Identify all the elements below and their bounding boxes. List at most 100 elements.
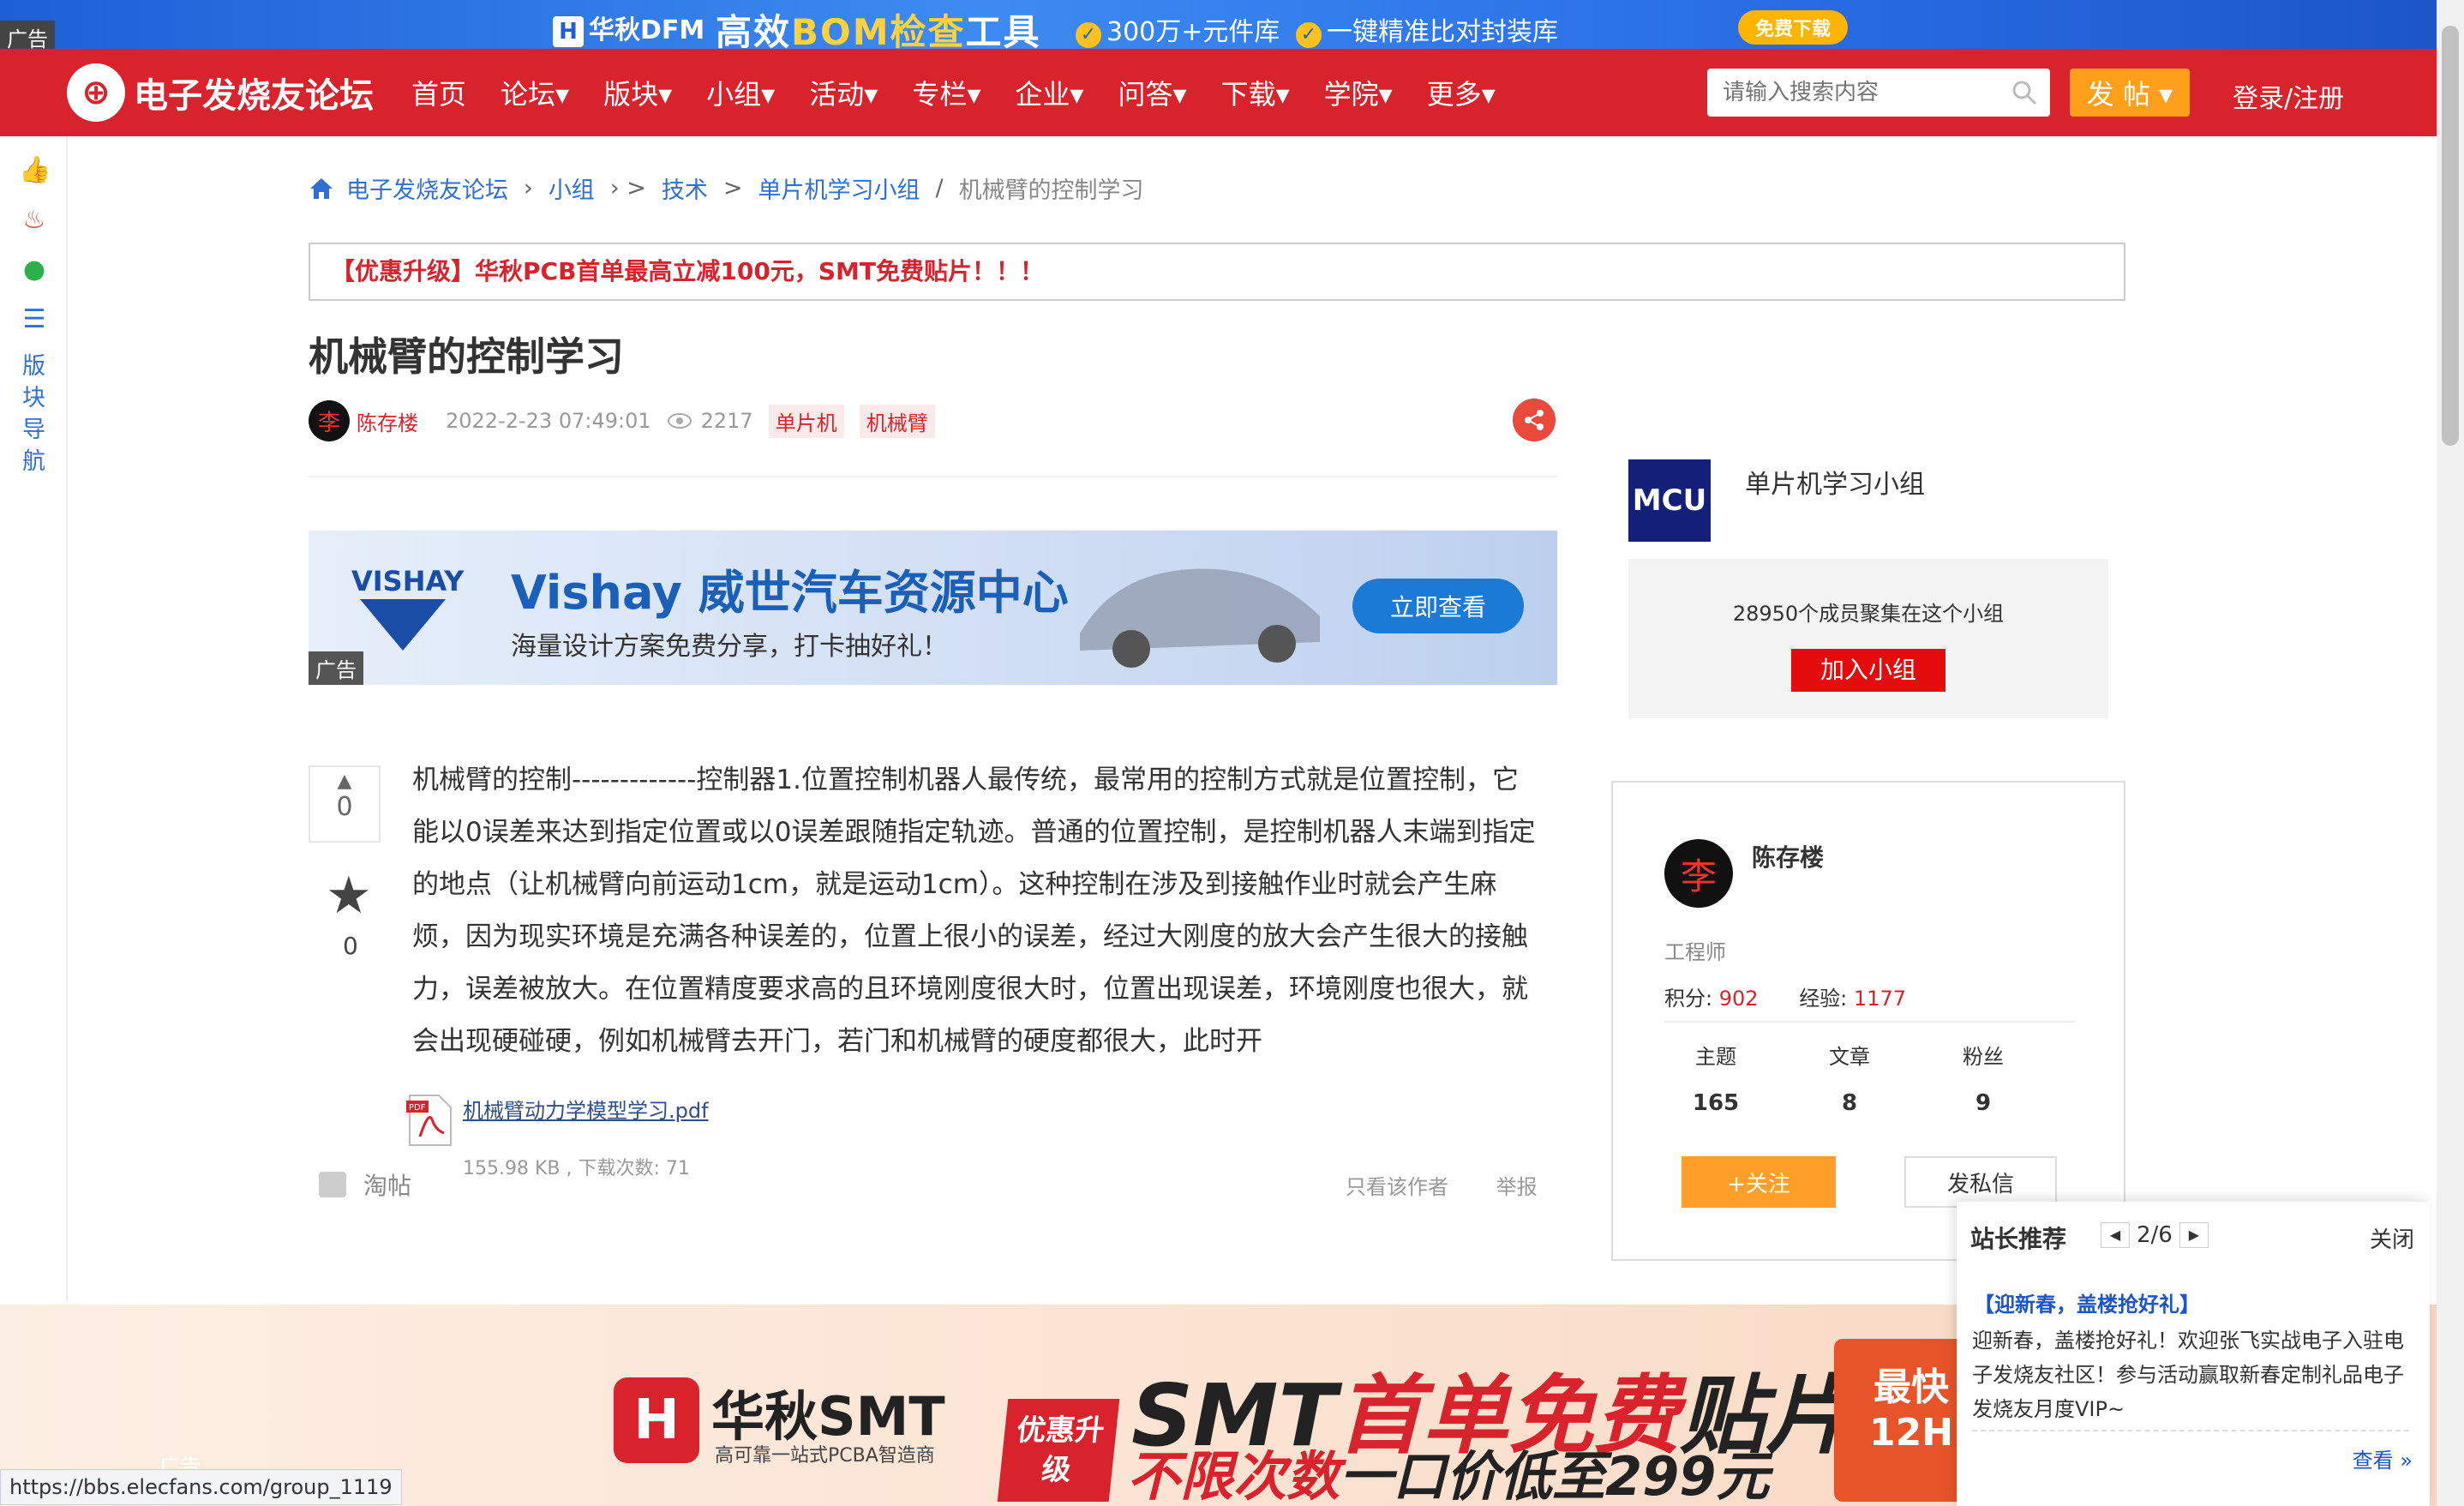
favorite-count: 0 — [343, 932, 358, 960]
ad-feature-1: ✓ 300万+元件库 — [1076, 10, 1280, 48]
favorite-star-icon[interactable]: ★ — [326, 866, 372, 926]
message-button[interactable]: 发私信 — [1904, 1156, 2057, 1208]
tag-link[interactable]: 单片机 — [768, 404, 844, 438]
popup-more-link[interactable]: 查看 » — [2353, 1443, 2413, 1473]
scrollbar[interactable] — [2437, 0, 2464, 1506]
vishay-logo: VISHAY — [351, 565, 465, 597]
nav-item-boards[interactable]: 版块▾ — [603, 73, 672, 112]
nav-item-columns[interactable]: 专栏▾ — [912, 73, 980, 112]
promo-badge: 优惠升级 — [997, 1399, 1120, 1502]
only-author-link[interactable]: 只看该作者 — [1346, 1175, 1448, 1199]
popup-close-button[interactable]: 关闭 — [2370, 1222, 2414, 1254]
check-icon: ✓ — [1076, 22, 1101, 48]
search-input[interactable] — [1707, 69, 1990, 117]
popup-page: 2/6 — [2137, 1222, 2173, 1248]
share-icon[interactable] — [1513, 399, 1556, 441]
main-nav: ⊕ 电子发烧友论坛 首页 论坛▾ 版块▾ 小组▾ 活动▾ 专栏▾ 企业▾ 问答▾ … — [0, 49, 2437, 136]
breadcrumb-sep: / — [935, 175, 944, 201]
menu-icon[interactable]: ☰ — [19, 304, 50, 335]
recommend-popup: 站长推荐 ◀ 2/6 ▶ 关闭 【迎新春，盖楼抢好礼】 迎新春，盖楼抢好礼！欢迎… — [1957, 1202, 2430, 1506]
banner-subtitle: 海量设计方案免费分享，打卡抽好礼！ — [511, 632, 948, 662]
vishay-logo-mark — [360, 599, 446, 651]
join-group-button[interactable]: 加入小组 — [1791, 649, 1945, 692]
breadcrumb-tech[interactable]: 技术 — [662, 171, 708, 205]
group-logo[interactable]: MCU — [1628, 459, 1711, 542]
vote-count: 0 — [336, 792, 353, 822]
nav-item-more[interactable]: 更多▾ — [1427, 73, 1496, 112]
next-icon[interactable]: ▶ — [2179, 1222, 2209, 1248]
ad-feature-2: ✓ 一键精准比对封装库 — [1296, 10, 1558, 48]
breadcrumb-mcu-group[interactable]: 单片机学习小组 — [758, 171, 920, 205]
nav-item-events[interactable]: 活动▾ — [809, 73, 878, 112]
breadcrumb-current: 机械臂的控制学习 — [958, 177, 1144, 204]
login-register-link[interactable]: 登录/注册 — [2233, 77, 2344, 115]
fire-icon[interactable]: ♨ — [19, 205, 50, 236]
breadcrumb: 电子发烧友论坛 › 小组 › > 技术 > 单片机学习小组 / 机械臂的控制学习 — [309, 171, 1144, 205]
breadcrumb-sep: › > — [609, 175, 646, 201]
page: 广告 H 华秋DFM 高效BOM检查工具 ✓ 300万+元件库 ✓ 一键精准比对封装库… — [0, 0, 2464, 1506]
search-icon[interactable] — [2011, 79, 2038, 106]
ad-brand: H 华秋DFM — [553, 9, 704, 47]
tag-link[interactable]: 机械臂 — [859, 404, 935, 438]
nav-item-home[interactable]: 首页 — [411, 73, 466, 112]
thumbs-up-icon[interactable]: 👍 — [19, 155, 51, 186]
huaqiu-logo: H — [614, 1377, 699, 1463]
nav-item-qa[interactable]: 问答▾ — [1118, 73, 1186, 112]
popup-pager: ◀ 2/6 ▶ — [2094, 1222, 2215, 1248]
popup-content: 迎新春，盖楼抢好礼！欢迎张飞实战电子入驻电子发烧友社区！参与活动赢取新春定制礼品… — [1972, 1329, 2404, 1421]
breadcrumb-sep: › — [524, 175, 533, 201]
author-role: 工程师 — [1664, 940, 1726, 964]
logo-icon: ⊕ — [67, 63, 125, 122]
stat-topics[interactable]: 主题 165 — [1647, 1040, 1784, 1116]
post-date: 2022-2-23 07:49:01 — [446, 409, 651, 433]
popup-headline[interactable]: 【迎新春，盖楼抢好礼】 — [1974, 1287, 2200, 1317]
user-icon[interactable]: ● — [19, 255, 50, 285]
section-nav-link[interactable]: 版块导航 — [0, 351, 68, 477]
group-header: MCU 单片机学习小组 — [1628, 459, 1925, 542]
svg-text:PDF: PDF — [409, 1103, 426, 1113]
pdf-icon: PDF — [406, 1095, 452, 1146]
home-icon[interactable] — [309, 177, 334, 201]
nav-item-groups[interactable]: 小组▾ — [706, 73, 775, 112]
top-ad-banner[interactable]: 广告 H 华秋DFM 高效BOM检查工具 ✓ 300万+元件库 ✓ 一键精准比对封装库… — [0, 0, 2437, 54]
ad-tag: 广告 — [309, 651, 363, 685]
attachment-meta: 155.98 KB , 下载次数: 71 — [463, 1158, 690, 1179]
follow-button[interactable]: +关注 — [1682, 1156, 1836, 1208]
divider — [1664, 1021, 2076, 1023]
stat-fans[interactable]: 粉丝 9 — [1915, 1040, 2052, 1116]
post-button[interactable]: 发 帖 ▾ — [2070, 69, 2190, 117]
tao-button[interactable]: 淘帖 — [319, 1167, 411, 1202]
promo-link[interactable]: 【优惠升级】华秋PCB首单最高立减100元，SMT免费贴片！！！ — [309, 243, 2125, 301]
avatar[interactable]: 李 — [309, 400, 350, 441]
attachment-link[interactable]: 机械臂动力学模型学习.pdf — [463, 1094, 709, 1124]
nav-item-forum[interactable]: 论坛▾ — [501, 73, 569, 112]
nav-item-academy[interactable]: 学院▾ — [1324, 73, 1393, 112]
author-link[interactable]: 陈存楼 — [357, 406, 418, 436]
ad-download-button[interactable]: 免费下载 — [1738, 10, 1849, 45]
banner-view-button[interactable]: 立即查看 — [1352, 579, 1524, 633]
upvote-icon[interactable]: ▲ — [310, 771, 379, 792]
scrollbar-thumb[interactable] — [2442, 26, 2459, 446]
author-card: 李 陈存楼 工程师 积分: 902 经验: 1177 主题 165 文章 8 粉丝 9… — [1611, 781, 2125, 1261]
upvote-box[interactable]: ▲ 0 — [309, 765, 381, 843]
author-avatar[interactable]: 李 — [1664, 839, 1733, 908]
nav-item-download[interactable]: 下载▾ — [1221, 73, 1290, 112]
vishay-ad-banner[interactable]: VISHAY Vishay 威世汽车资源中心 海量设计方案免费分享，打卡抽好礼！… — [309, 531, 1557, 685]
nav-menu: 首页 论坛▾ 版块▾ 小组▾ 活动▾ 专栏▾ 企业▾ 问答▾ 下载▾ 学院▾ 更… — [411, 49, 1530, 136]
group-name[interactable]: 单片机学习小组 — [1745, 463, 1925, 501]
bottom-ad-brand-sub: 高可靠一站式PCBA智造商 — [715, 1445, 935, 1467]
divider — [309, 476, 1557, 477]
site-logo[interactable]: ⊕ 电子发烧友论坛 — [67, 49, 374, 136]
breadcrumb-sep: > — [722, 175, 743, 201]
breadcrumb-home[interactable]: 电子发烧友论坛 — [346, 171, 508, 205]
car-illustration — [1080, 568, 1320, 668]
report-link[interactable]: 举报 — [1496, 1175, 1538, 1199]
post-title: 机械臂的控制学习 — [309, 333, 624, 380]
author-score: 积分: 902 经验: 1177 — [1664, 987, 1906, 1011]
author-name[interactable]: 陈存楼 — [1752, 839, 1824, 873]
prev-icon[interactable]: ◀ — [2101, 1222, 2130, 1248]
stat-articles[interactable]: 文章 8 — [1781, 1040, 1918, 1116]
nav-item-companies[interactable]: 企业▾ — [1015, 73, 1083, 112]
group-members: 28950个成员聚集在这个小组 — [1732, 602, 2005, 626]
breadcrumb-groups[interactable]: 小组 — [549, 171, 595, 205]
